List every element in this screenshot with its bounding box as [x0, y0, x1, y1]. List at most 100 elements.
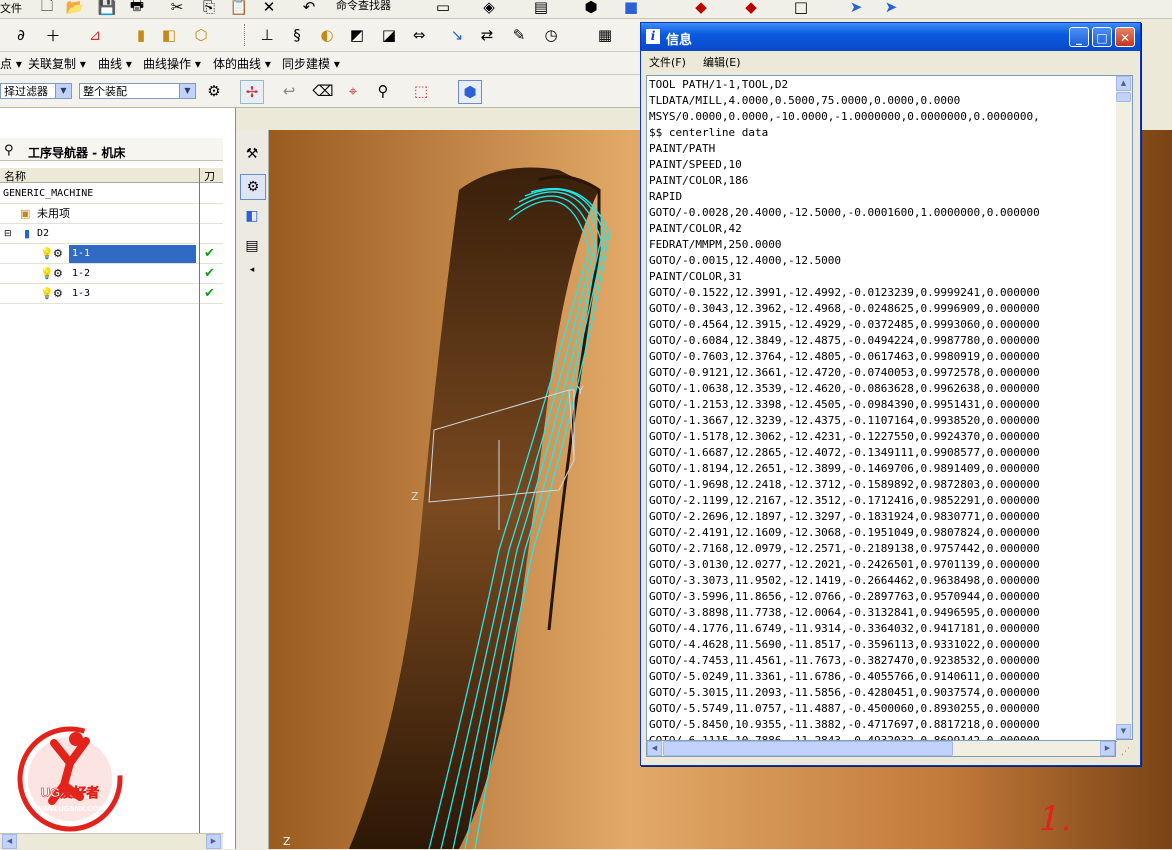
mirror-icon[interactable]: ⇔: [408, 24, 430, 46]
scroll-down-icon[interactable]: ▼: [1116, 724, 1131, 739]
menu-body-curves[interactable]: 体的曲线 ▾: [213, 55, 271, 72]
info-vscrollbar[interactable]: ▲ ▼: [1116, 75, 1133, 740]
col-tool-header[interactable]: 刀: [204, 168, 215, 184]
info-line: PAINT/PATH: [649, 142, 716, 155]
folder-icon: ▣: [20, 207, 31, 220]
scroll-right-icon[interactable]: ▶: [206, 834, 221, 849]
filter-icon[interactable]: ⚲: [372, 80, 394, 102]
shade-icon[interactable]: ⬢: [580, 0, 602, 18]
eraser-icon[interactable]: ⌫: [312, 80, 334, 102]
sketch-icon[interactable]: ⊿: [84, 24, 106, 46]
hscroll-thumb[interactable]: [663, 741, 953, 756]
navigator-hscrollbar[interactable]: ◀ ▶: [0, 833, 223, 850]
replace-face-icon[interactable]: ⇄: [476, 24, 498, 46]
add-icon[interactable]: ＋: [42, 24, 64, 46]
analysis2-icon[interactable]: ➤: [880, 0, 902, 18]
save-icon[interactable]: 💾: [96, 0, 118, 18]
operation-navigator-tab-icon[interactable]: ⚙: [240, 174, 266, 200]
toolbar-grip[interactable]: [244, 24, 248, 46]
menu-point[interactable]: 点 ▾: [0, 55, 22, 72]
pattern-icon[interactable]: ⬡: [190, 24, 212, 46]
table-icon[interactable]: ▦: [594, 24, 616, 46]
file-menu-partial[interactable]: 文件: [0, 0, 22, 16]
info-line: PAINT/COLOR,31: [649, 270, 742, 283]
menu-curve-operation[interactable]: 曲线操作 ▾: [143, 55, 201, 72]
tree-row-operation[interactable]: 💡 ⚙ 1-1 ✔: [0, 244, 223, 264]
info-text-area[interactable]: TOOL PATH/1-1,TOOL,D2 TLDATA/MILL,4.0000,…: [646, 75, 1117, 742]
type-filter-select[interactable]: 择过滤器 ▼: [0, 83, 72, 99]
blend-icon[interactable]: ◐: [316, 24, 338, 46]
new-file-icon[interactable]: 🗋: [36, 0, 58, 18]
scroll-left-icon[interactable]: ◀: [2, 834, 17, 849]
menu-associative-copy[interactable]: 关联复制 ▾: [28, 55, 86, 72]
trim-icon[interactable]: ⊥: [256, 24, 278, 46]
window-icon[interactable]: ▭: [432, 0, 454, 18]
navigator-pin-icon[interactable]: ⚲: [4, 143, 14, 158]
timer-icon[interactable]: ◷: [540, 24, 562, 46]
extrude-icon[interactable]: ▮: [130, 24, 152, 46]
copy-icon[interactable]: ⎘: [198, 0, 220, 18]
view-icon[interactable]: ◈: [478, 0, 500, 18]
cube-icon[interactable]: ■: [620, 0, 642, 18]
snap-point-icon[interactable]: ✢: [240, 80, 264, 104]
tree-row-machine[interactable]: GENERIC_MACHINE: [0, 184, 223, 204]
machine-tool-view-icon[interactable]: ⚒: [240, 142, 264, 166]
info-hscrollbar[interactable]: ◀ ▶: [646, 740, 1116, 757]
3d-box-icon[interactable]: ⬢: [458, 80, 482, 104]
render2-icon[interactable]: ◆: [740, 0, 762, 18]
open-folder-icon[interactable]: 📂: [64, 0, 86, 18]
offset-icon[interactable]: §: [286, 24, 308, 46]
scroll-left-icon[interactable]: ◀: [647, 741, 662, 756]
render-icon[interactable]: ◆: [690, 0, 712, 18]
assembly-scope-select[interactable]: 整个装配 ▼: [79, 83, 196, 99]
print-icon[interactable]: 🖶: [126, 0, 148, 18]
collapse-icon[interactable]: ⊟: [4, 224, 12, 244]
menu-file[interactable]: 文件(F): [649, 54, 686, 70]
logo-url: WWW.UGSNX.COM: [35, 804, 104, 813]
tree-row-tool[interactable]: ⊟ ▮ D2: [0, 224, 223, 244]
shell-icon[interactable]: ◪: [378, 24, 400, 46]
scroll-right-icon[interactable]: ▶: [1100, 741, 1115, 756]
tree-row-operation[interactable]: 💡 ⚙ 1-2 ✔: [0, 264, 223, 284]
chamfer-icon[interactable]: ◩: [346, 24, 368, 46]
link-icon[interactable]: ∂: [10, 24, 32, 46]
menu-curve[interactable]: 曲线 ▾: [98, 55, 132, 72]
tree-row-unused[interactable]: ▣ 未用项: [0, 204, 223, 224]
strip-arrow-icon[interactable]: ◂: [240, 258, 264, 282]
info-titlebar[interactable]: i 信息 _ □ ✕: [641, 23, 1140, 51]
scroll-up-icon[interactable]: ▲: [1116, 76, 1131, 91]
undo-icon[interactable]: ↶: [298, 0, 320, 18]
info-line: RAPID: [649, 190, 683, 203]
color-box-icon[interactable]: □: [790, 0, 812, 18]
tree-row-operation[interactable]: 💡 ⚙ 1-3 ✔: [0, 284, 223, 304]
move-face-icon[interactable]: ↘: [446, 24, 468, 46]
edit-icon[interactable]: ✎: [508, 24, 530, 46]
col-name-header[interactable]: 名称: [4, 168, 26, 184]
paste-icon[interactable]: 📋: [228, 0, 250, 18]
scroll-thumb[interactable]: [1116, 92, 1131, 102]
block-icon[interactable]: ◧: [158, 24, 180, 46]
check-icon: ✔: [204, 246, 215, 261]
info-line: PAINT/SPEED,10: [649, 158, 742, 171]
column-divider[interactable]: [199, 168, 200, 849]
command-finder[interactable]: 命令查找器: [336, 0, 391, 13]
resize-grip-icon[interactable]: ⋰: [1121, 747, 1130, 757]
cut-icon[interactable]: ✂: [166, 0, 188, 18]
layer-icon[interactable]: ▤: [530, 0, 552, 18]
part-navigator-icon[interactable]: ◧: [240, 204, 264, 228]
delete-icon[interactable]: ✕: [258, 0, 280, 18]
crosshair-icon[interactable]: ⌖: [342, 80, 364, 102]
reuse-library-icon[interactable]: ▤: [240, 234, 264, 258]
info-line: PAINT/COLOR,42: [649, 222, 742, 235]
minimize-button[interactable]: _: [1069, 27, 1089, 47]
machine-label: GENERIC_MACHINE: [3, 188, 94, 199]
menu-synchronous-modeling[interactable]: 同步建模 ▾: [282, 55, 340, 72]
operation-label: 1-2: [72, 268, 91, 279]
maximize-button[interactable]: □: [1092, 27, 1112, 47]
rect-select-icon[interactable]: ⬚: [410, 80, 432, 102]
undo-select-icon[interactable]: ↩: [278, 80, 300, 102]
analysis-icon[interactable]: ➤: [845, 0, 867, 18]
close-button[interactable]: ✕: [1115, 27, 1135, 47]
gear-icon[interactable]: ⚙: [203, 80, 225, 102]
menu-edit[interactable]: 编辑(E): [703, 54, 741, 70]
